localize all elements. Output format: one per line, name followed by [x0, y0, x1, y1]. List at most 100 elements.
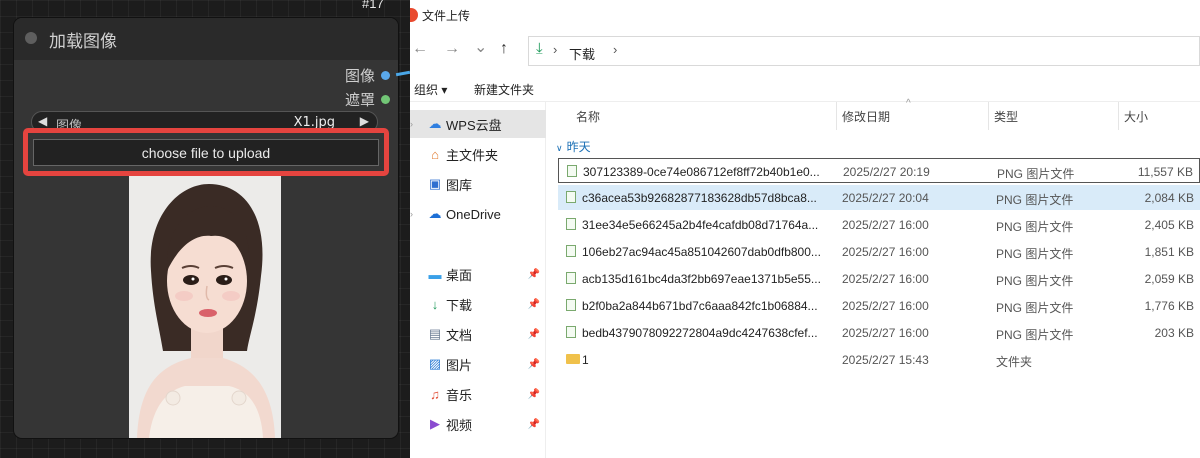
navigation-pane[interactable]: › ☁ WPS云盘 ⌂ 主文件夹 ▣ 图库 › ☁ OneDrive ▬ 桌面 📌 ↓ 下载 📌 ▤ 文档 📌 ▨ 图片… — [410, 102, 546, 458]
browser-app-icon — [410, 8, 418, 22]
file-name: 31ee34e5e66245a2b4fe4cafdb08d71764a... — [582, 218, 819, 232]
pin-icon[interactable]: 📌 — [528, 419, 540, 430]
pin-icon[interactable]: 📌 — [528, 359, 540, 370]
file-name: bedb4379078092272804a9dc4247638cfef... — [582, 326, 818, 340]
sidebar-item[interactable]: › ☁ WPS云盘 — [410, 110, 546, 138]
node-header[interactable]: 加载图像 — [14, 18, 398, 60]
dialog-titlebar[interactable]: 文件上传 — [410, 0, 1200, 30]
pin-icon[interactable]: 📌 — [528, 269, 540, 280]
column-divider[interactable] — [988, 102, 989, 130]
file-type: PNG 图片文件 — [996, 301, 1074, 315]
png-file-icon — [566, 191, 576, 203]
file-type: PNG 图片文件 — [996, 247, 1074, 261]
sidebar-item[interactable]: › ☁ OneDrive — [410, 200, 546, 228]
file-size: 2,405 KB — [1144, 218, 1194, 232]
file-type: PNG 图片文件 — [996, 274, 1074, 288]
file-upload-dialog[interactable]: 文件上传 ← → ⌄ ↑ ⤓ › 下载 › 组织 ▾ 新建文件夹 › ☁ WPS云盘… — [410, 0, 1200, 458]
file-name: acb135d161bc4da3f2bb697eae1371b5e55... — [582, 272, 821, 286]
load-image-node[interactable]: 加载图像 图像 遮罩 ◀ 图像 X1.jpg ▶ choose file to … — [14, 18, 398, 438]
column-header-type[interactable]: 类型 — [994, 108, 1018, 125]
expand-chevron-icon[interactable]: › — [410, 119, 413, 129]
image-preview — [129, 176, 281, 438]
address-bar[interactable]: ⤓ › 下载 › — [528, 36, 1200, 66]
file-type: PNG 图片文件 — [997, 167, 1075, 181]
sidebar-item[interactable]: ▬ 桌面 📌 — [410, 260, 546, 288]
file-row[interactable]: bedb4379078092272804a9dc4247638cfef... 20… — [558, 320, 1200, 345]
png-file-icon — [566, 245, 576, 257]
organize-button[interactable]: 组织 ▾ — [414, 81, 447, 98]
column-divider[interactable] — [836, 102, 837, 130]
sidebar-item-label: 音乐 — [446, 387, 473, 403]
forward-arrow-icon[interactable]: → — [444, 40, 460, 58]
expand-chevron-icon[interactable]: › — [410, 209, 413, 219]
sidebar-item-label: 桌面 — [446, 267, 473, 283]
node-collapse-dot[interactable] — [25, 32, 37, 44]
combo-prev-arrow[interactable]: ◀ — [38, 114, 47, 128]
file-row[interactable]: 106eb27ac94ac45a851042607dab0dfb800... 20… — [558, 239, 1200, 264]
new-folder-button[interactable]: 新建文件夹 — [474, 81, 534, 98]
column-header-date[interactable]: 修改日期 — [842, 108, 890, 125]
sidebar-item-label: OneDrive — [446, 206, 501, 222]
column-header-name[interactable]: 名称 — [576, 108, 600, 125]
pin-icon[interactable]: 📌 — [528, 299, 540, 310]
folder-icon — [566, 354, 580, 364]
sidebar-item[interactable]: ↓ 下载 📌 — [410, 290, 546, 318]
sidebar-item-label: 主文件夹 — [446, 147, 499, 163]
file-row[interactable]: b2f0ba2a844b671bd7c6aaa842fc1b06884... 20… — [558, 293, 1200, 318]
file-date: 2025/2/27 16:00 — [842, 245, 929, 259]
sidebar-item[interactable]: ♫ 音乐 📌 — [410, 380, 546, 408]
file-list[interactable]: 名称 ^ 修改日期 类型 大小 ∨ 昨天 307123389-0ce74e0867… — [546, 98, 1200, 458]
file-size: 2,084 KB — [1144, 191, 1194, 205]
portrait-image — [129, 176, 281, 438]
sidebar-item[interactable]: ▶ 视频 📌 — [410, 410, 546, 438]
sidebar-item-label: 下载 — [446, 297, 473, 313]
sidebar-item-label: 文档 — [446, 327, 473, 343]
group-collapse-chevron-icon[interactable]: ∨ — [556, 143, 563, 153]
column-header-size[interactable]: 大小 — [1124, 108, 1148, 125]
sidebar-item[interactable]: ▤ 文档 📌 — [410, 320, 546, 348]
sidebar-item-label: WPS云盘 — [446, 117, 502, 133]
file-row[interactable]: acb135d161bc4da3f2bb697eae1371b5e55... 20… — [558, 266, 1200, 291]
file-date: 2025/2/27 16:00 — [842, 326, 929, 340]
column-divider[interactable] — [1118, 102, 1119, 130]
recent-locations-chevron-icon[interactable]: ⌄ — [474, 37, 487, 57]
file-row[interactable]: 307123389-0ce74e086712ef8ff72b40b1e0... 2… — [558, 158, 1200, 183]
output-image[interactable]: 图像 — [345, 65, 390, 86]
output-mask-port[interactable] — [381, 95, 390, 104]
file-type: 文件夹 — [996, 355, 1033, 369]
png-file-icon — [566, 299, 576, 311]
sidebar-item[interactable]: ▣ 图库 — [410, 170, 546, 198]
output-mask[interactable]: 遮罩 — [345, 89, 390, 110]
sidebar-item-label: 图片 — [446, 357, 473, 373]
pictures-icon: ▨ — [428, 356, 442, 371]
pin-icon[interactable]: 📌 — [528, 389, 540, 400]
group-header-yesterday[interactable]: ∨ 昨天 — [556, 138, 591, 155]
file-row[interactable]: c36acea53b92682877183628db57d8bca8... 202… — [558, 185, 1200, 210]
file-name: b2f0ba2a844b671bd7c6aaa842fc1b06884... — [582, 299, 818, 313]
document-icon: ▤ — [428, 326, 442, 341]
file-name: 1 — [582, 353, 589, 367]
breadcrumb-downloads[interactable]: 下载 — [569, 44, 595, 63]
breadcrumb-separator: › — [613, 42, 618, 57]
sidebar-item[interactable]: ⌂ 主文件夹 — [410, 140, 546, 168]
download-icon: ↓ — [431, 296, 439, 312]
video-icon: ▶ — [430, 416, 440, 431]
file-date: 2025/2/27 15:43 — [842, 353, 929, 367]
file-row[interactable]: 31ee34e5e66245a2b4fe4cafdb08d71764a... 20… — [558, 212, 1200, 237]
file-row[interactable]: 1 2025/2/27 15:43 文件夹 — [558, 347, 1200, 372]
up-arrow-icon[interactable]: ↑ — [500, 40, 508, 58]
highlight-box — [23, 128, 389, 176]
pin-icon[interactable]: 📌 — [528, 329, 540, 340]
file-type: PNG 图片文件 — [996, 193, 1074, 207]
home-icon: ⌂ — [431, 146, 439, 162]
png-file-icon — [566, 218, 576, 230]
file-name: c36acea53b92682877183628db57d8bca8... — [582, 191, 817, 205]
node-id-label: #17 — [362, 0, 384, 11]
back-arrow-icon[interactable]: ← — [412, 40, 428, 58]
file-date: 2025/2/27 20:04 — [842, 191, 929, 205]
sidebar-item[interactable]: ▨ 图片 📌 — [410, 350, 546, 378]
combo-next-arrow[interactable]: ▶ — [360, 114, 369, 128]
output-image-port[interactable] — [381, 71, 390, 80]
breadcrumb-separator: › — [553, 42, 558, 57]
node-canvas[interactable]: #17 加载图像 图像 遮罩 ◀ 图像 X1.jpg ▶ choose file… — [0, 0, 410, 458]
